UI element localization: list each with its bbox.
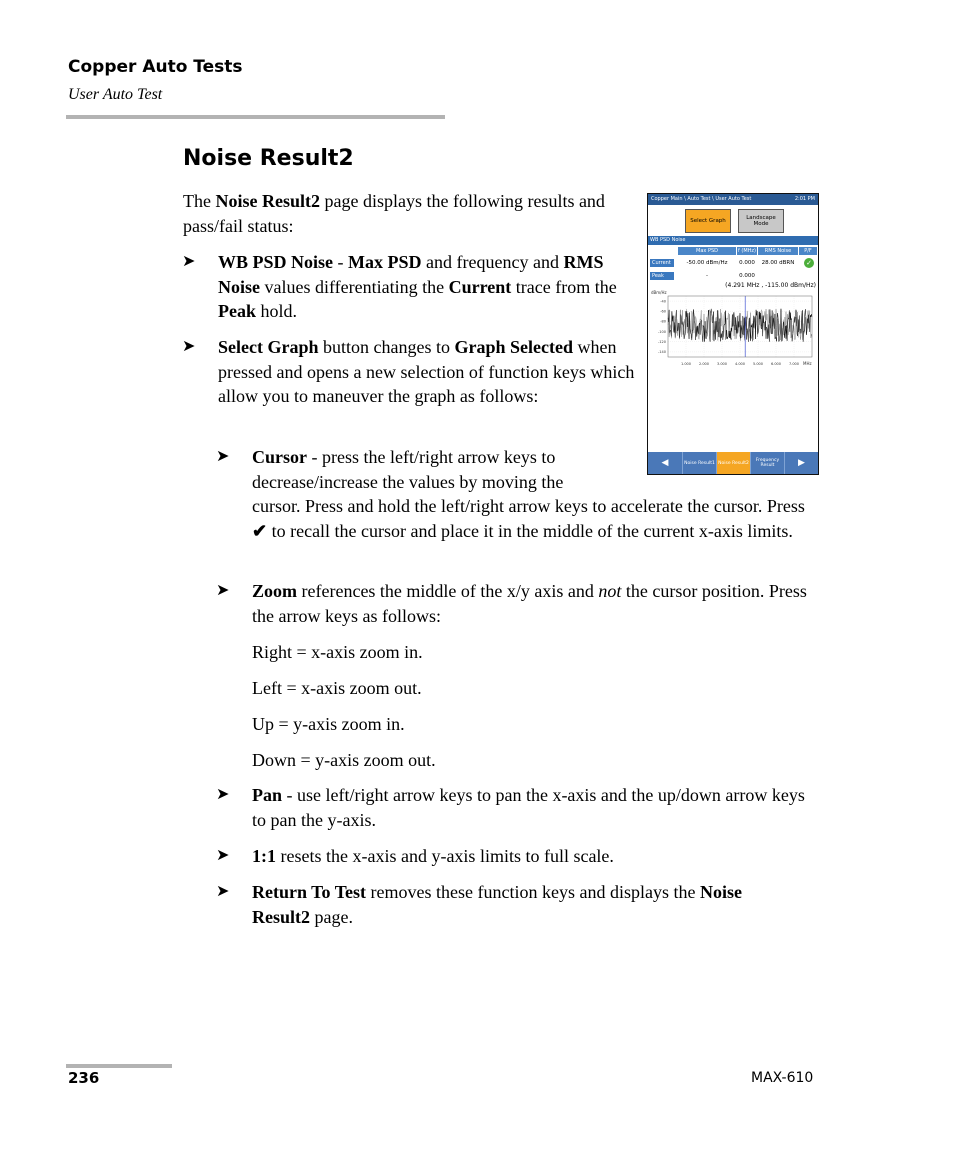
nav-prev-button[interactable]: ◀ xyxy=(648,452,682,474)
col-rms-noise: RMS Noise xyxy=(758,247,798,255)
page-number: 236 xyxy=(68,1069,100,1087)
wb-psd-noise-header: WB PSD Noise xyxy=(648,236,818,245)
col-pf: P/F xyxy=(799,247,817,255)
bullet-select-graph: ➤ Select Graph button changes to Graph S… xyxy=(182,337,635,406)
zoom-down-line: Down = y-axis zoom out. xyxy=(252,750,436,770)
bullet-arrow-icon: ➤ xyxy=(216,448,230,465)
device-nav-bar: ◀ Noise Result1 Noise Result2 Frequency … xyxy=(648,452,818,474)
chapter-title: Copper Auto Tests xyxy=(68,57,243,77)
device-clock: 2:01 PM xyxy=(794,196,815,202)
section-subtitle: User Auto Test xyxy=(68,86,163,103)
bullet-zoom: ➤ Zoom references the middle of the x/y … xyxy=(216,581,807,626)
x-tick-label: 4.000 xyxy=(735,362,745,366)
y-tick-label: -100 xyxy=(658,330,666,334)
nav-next-button[interactable]: ▶ xyxy=(784,452,818,474)
pass-icon: ✓ xyxy=(804,258,814,268)
y-tick-label: -80 xyxy=(660,320,666,324)
bullet-arrow-icon: ➤ xyxy=(216,786,230,803)
peak-max-psd: - xyxy=(706,273,708,279)
bullet-pan: ➤ Pan - use left/right arrow keys to pan… xyxy=(216,785,805,830)
y-tick-label: -40 xyxy=(660,299,666,303)
bullet-arrow-icon: ➤ xyxy=(216,847,230,864)
col-freq: f (MHz) xyxy=(737,247,757,255)
page-title: Noise Result2 xyxy=(183,146,354,171)
bullet-arrow-icon: ➤ xyxy=(216,582,230,599)
tab-noise-result2[interactable]: Noise Result2 xyxy=(716,452,750,474)
select-graph-button[interactable]: Select Graph xyxy=(685,209,731,233)
x-tick-label: 3.000 xyxy=(717,362,727,366)
bullet-wb-psd-noise: ➤ WB PSD Noise - Max PSD and frequency a… xyxy=(182,252,617,321)
y-axis-label: dBm/Hz xyxy=(651,290,667,295)
y-tick-label: -120 xyxy=(658,340,666,344)
col-max-psd: Max PSD xyxy=(678,247,736,255)
checkmark-icon: ✔ xyxy=(252,520,268,541)
bullet-arrow-icon: ➤ xyxy=(216,883,230,900)
zoom-right-line: Right = x-axis zoom in. xyxy=(252,642,423,662)
x-axis-unit-label: MHz xyxy=(803,361,812,366)
current-max-psd: -50.00 dBm/Hz xyxy=(686,260,728,266)
x-tick-label: 6.000 xyxy=(771,362,781,366)
document-model: MAX-610 xyxy=(751,1070,814,1086)
noise-chart[interactable]: dBm/Hz -40 -60 -80 -100 -120 -140 1.000 2.000 3… xyxy=(648,290,818,376)
cursor-readout: (4.291 MHz , -115.00 dBm/Hz) xyxy=(725,282,816,289)
intro-paragraph: The Noise Result2 page displays the foll… xyxy=(183,191,605,236)
bullet-arrow-icon: ➤ xyxy=(182,253,196,270)
tab-frequency-result[interactable]: Frequency Result xyxy=(750,452,784,474)
y-tick-label: -140 xyxy=(658,350,666,354)
x-tick-label: 1.000 xyxy=(681,362,691,366)
zoom-left-line: Left = x-axis zoom out. xyxy=(252,678,422,698)
zoom-up-line: Up = y-axis zoom in. xyxy=(252,714,405,734)
tab-noise-result1[interactable]: Noise Result1 xyxy=(682,452,716,474)
bullet-return-to-test: ➤ Return To Test removes these function … xyxy=(216,882,742,927)
device-titlebar: Copper Main \ Auto Test \ User Auto Test… xyxy=(648,194,818,205)
device-breadcrumb: Copper Main \ Auto Test \ User Auto Test xyxy=(651,196,752,202)
peak-freq: 0.000 xyxy=(739,273,755,279)
header-divider xyxy=(66,115,445,119)
x-tick-label: 5.000 xyxy=(753,362,763,366)
x-tick-label: 2.000 xyxy=(699,362,709,366)
row-label-peak: Peak xyxy=(650,272,674,280)
device-screenshot: Copper Main \ Auto Test \ User Auto Test… xyxy=(647,193,819,475)
y-tick-label: -60 xyxy=(660,310,666,314)
current-rms-noise: 28.00 dBRN xyxy=(761,260,795,266)
footer-divider xyxy=(66,1064,172,1068)
landscape-mode-button[interactable]: Landscape Mode xyxy=(738,209,784,233)
row-label-current: Current xyxy=(650,259,674,267)
bullet-one-to-one: ➤ 1:1 resets the x-axis and y-axis limit… xyxy=(216,844,812,869)
bullet-arrow-icon: ➤ xyxy=(182,338,196,355)
x-tick-label: 7.000 xyxy=(789,362,799,366)
